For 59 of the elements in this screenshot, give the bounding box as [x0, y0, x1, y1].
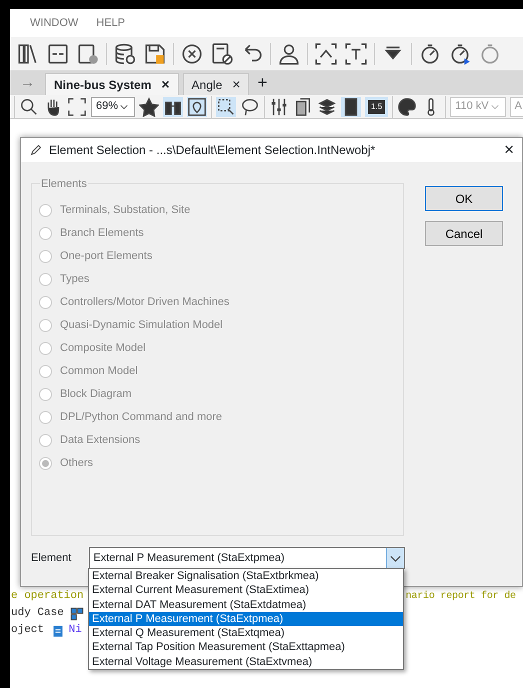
log-text: oject — [11, 623, 44, 638]
lasso-icon[interactable] — [240, 96, 260, 116]
layers-icon[interactable] — [317, 96, 338, 116]
sliders-icon[interactable] — [269, 96, 290, 116]
close-icon[interactable]: × — [232, 74, 240, 95]
radio-label: Common Model — [60, 364, 138, 380]
radio-label: Controllers/Motor Driven Machines — [60, 295, 230, 310]
clipboard-icon — [50, 624, 65, 638]
database-icon[interactable] — [113, 42, 137, 66]
radio-label: Block Diagram — [60, 387, 132, 402]
menu-item[interactable]: HELP — [96, 14, 126, 32]
radio-label: Composite Model — [60, 341, 146, 356]
search-icon[interactable] — [19, 96, 39, 116]
radio-label: One-port Elements — [60, 249, 152, 264]
dropdown-option[interactable]: External DAT Measurement (StaExtdatmea) — [89, 598, 403, 612]
radio-label: Terminals, Substation, Site — [60, 203, 190, 218]
node-frame-icon[interactable] — [314, 42, 338, 66]
radio-label: Branch Elements — [60, 226, 144, 242]
dropdown-option[interactable]: External Tap Position Measurement (StaExttapmea) — [89, 640, 403, 655]
grid-icon — [70, 606, 84, 620]
dropdown-option[interactable]: External P Measurement (StaExtpmea) — [89, 612, 403, 626]
select-rectangle-icon[interactable] — [216, 96, 236, 116]
save-icon[interactable] — [143, 42, 167, 66]
radio-label: Data Extensions — [60, 433, 140, 448]
dark-panel-icon[interactable] — [341, 96, 362, 116]
radio-label: Types — [60, 272, 90, 288]
star-icon[interactable] — [139, 96, 160, 116]
person-icon[interactable] — [277, 42, 301, 66]
radio-label: Quasi-Dynamic Simulation Model — [60, 318, 223, 334]
log-text: e operation — [11, 589, 84, 604]
log-text: udy Case — [11, 606, 64, 622]
document-tab[interactable]: Angle × — [182, 73, 250, 95]
radio-label: Others — [60, 456, 94, 472]
element-label: Element — [31, 550, 72, 566]
cancel-icon[interactable] — [180, 42, 204, 66]
project-link[interactable]: Ni — [68, 622, 82, 639]
fullscreen-icon[interactable] — [67, 96, 87, 116]
close-icon[interactable]: × — [161, 74, 170, 95]
text-frame-icon[interactable] — [344, 42, 368, 66]
pencil-icon — [29, 143, 43, 157]
radio-label: DPL/Python Command and more — [60, 410, 222, 426]
log-text: nario report for de — [406, 590, 516, 604]
panel-icon[interactable] — [46, 42, 70, 66]
dropdown-option[interactable]: External Current Measurement (StaExtimea) — [89, 583, 403, 598]
dropdown-option[interactable]: External Q Measurement (StaExtqmea) — [89, 626, 403, 640]
zoom-select[interactable]: 69% — [91, 96, 136, 116]
close-button[interactable]: × — [504, 137, 514, 163]
scale-badge[interactable]: 1.5 — [368, 100, 386, 114]
dropdown-option[interactable]: External Breaker Signalisation (StaExtbrkmea) — [89, 569, 403, 584]
cancel-button[interactable]: Cancel — [425, 221, 503, 246]
element-select[interactable]: External P Measurement (StaExtpmea) — [89, 547, 406, 569]
caret-icon[interactable] — [386, 548, 404, 568]
add-tab-button[interactable]: + — [257, 70, 268, 96]
document-tab[interactable]: Nine-bus System × — [45, 73, 179, 95]
menu-item[interactable]: WINDOW — [30, 14, 78, 32]
dropdown-option[interactable]: External Voltage Measurement (StaExtvmea) — [89, 654, 403, 670]
dialog-title: Element Selection - ...s\Default\Element Selection.IntNewobj* — [49, 142, 376, 159]
ok-button[interactable]: OK — [425, 186, 503, 211]
map-pin-icon[interactable] — [187, 96, 208, 116]
